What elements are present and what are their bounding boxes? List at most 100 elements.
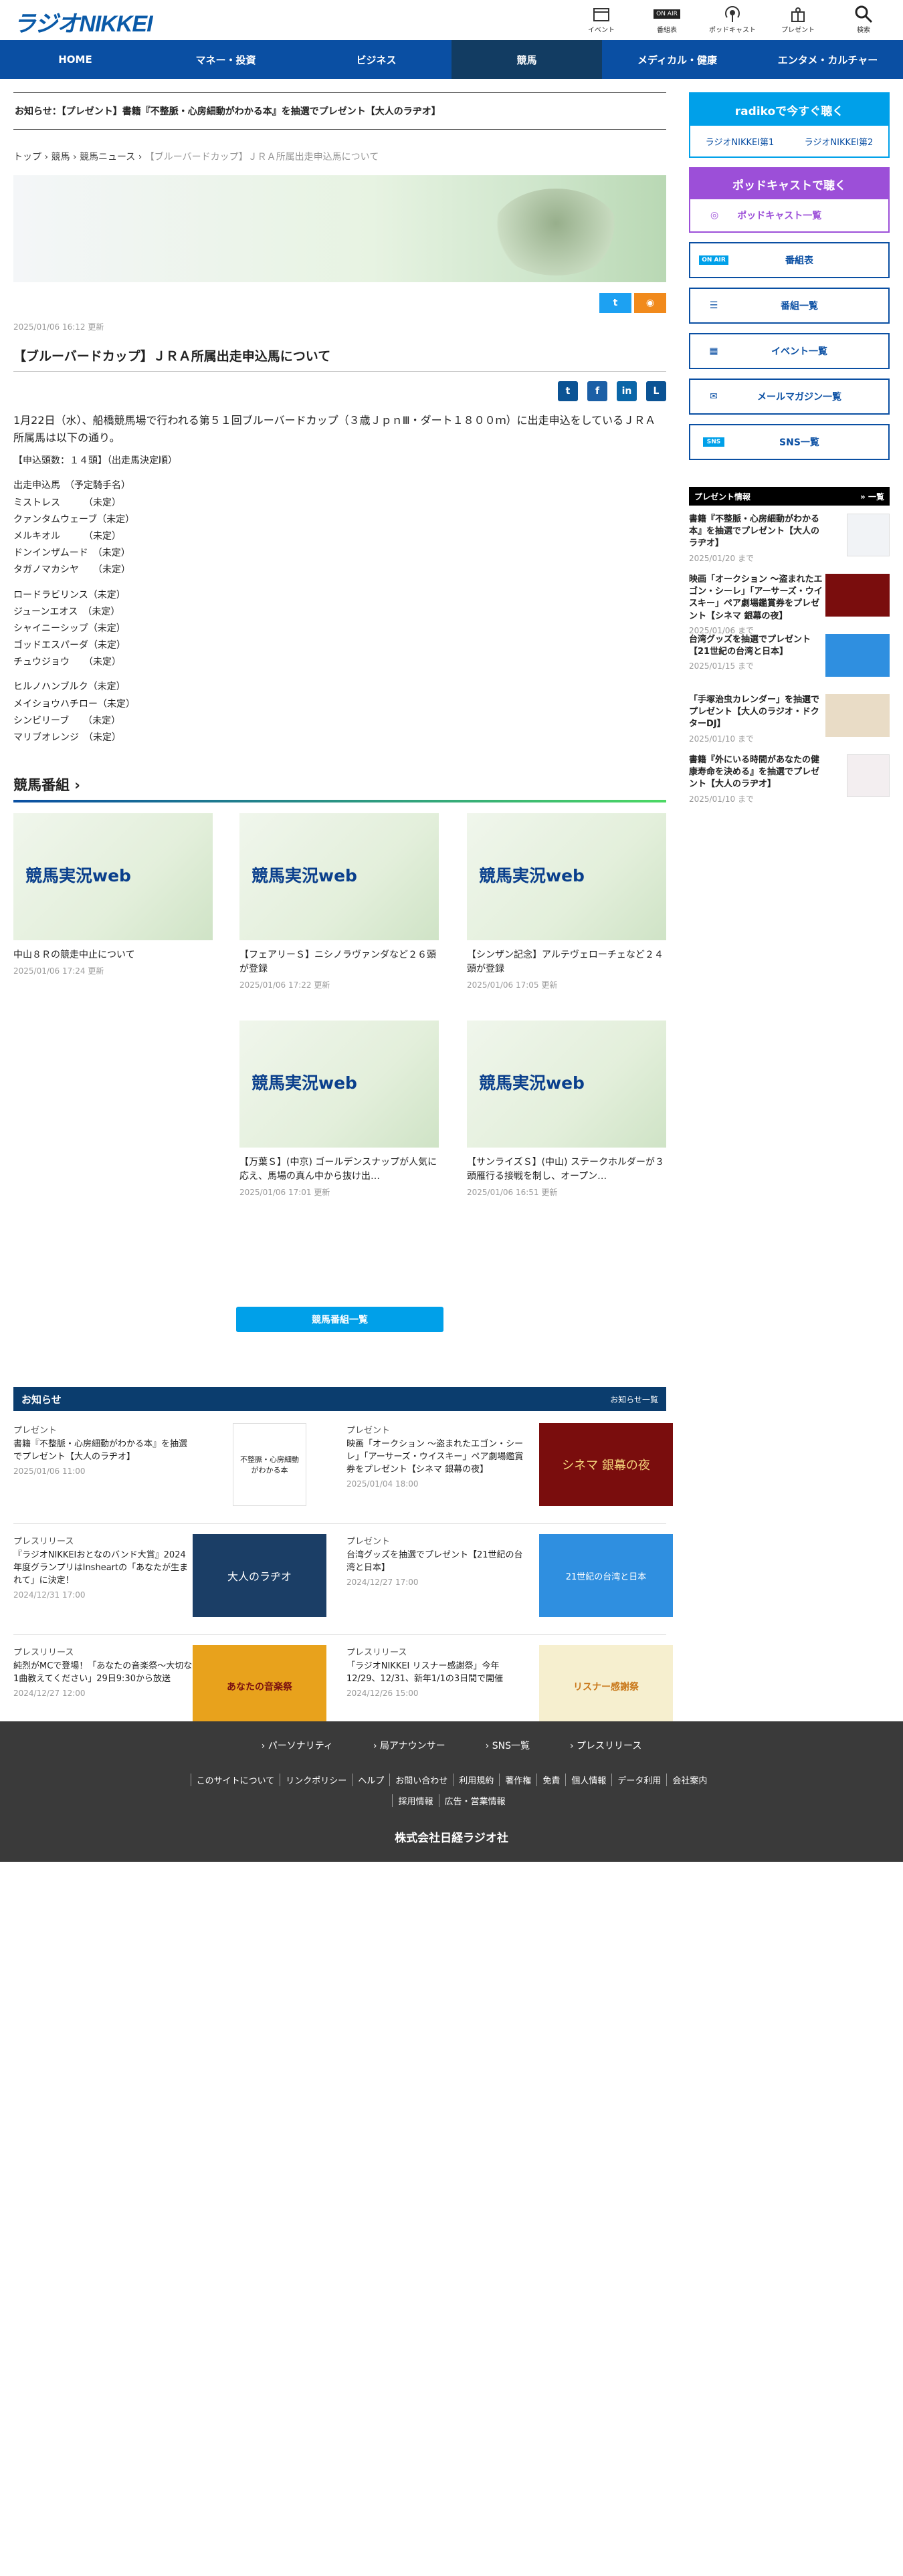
news-image-text: リスナー感謝祭 — [573, 1682, 639, 1693]
thumb-text: 競馬実況web — [479, 866, 585, 885]
nav-keiba[interactable]: 競馬 — [452, 40, 602, 79]
news-item[interactable]: プレゼント 台湾グッズを抽選でプレゼント【21世紀の台湾と日本】 2024/12/2… — [346, 1534, 673, 1628]
footer-link[interactable]: 利用規約 — [453, 1774, 499, 1786]
news-more-link[interactable]: お知らせ一覧 — [610, 1394, 658, 1405]
footer-link[interactable]: 著作権 — [499, 1774, 536, 1786]
podcast-box: ポッドキャストで聴く ◎ ポッドキャスト一覧 — [689, 167, 890, 233]
breadcrumb: トップ › 競馬 › 競馬ニュース › 【ブルーバードカップ】ＪＲＡ所属出走申込… — [13, 152, 379, 163]
linkedin-share-icon[interactable]: in — [617, 381, 637, 401]
present-item[interactable]: 書籍『外にいる時間があなたの健康寿命を決める』を抽選でプレゼント【大人のラヂオ】… — [689, 754, 890, 807]
program-card[interactable]: 競馬実況web 【サンライズＳ】(中山) ステークホルダーが３頭雁行る接戦を制し、… — [467, 1021, 666, 1198]
twitter-icon[interactable]: t — [599, 293, 631, 313]
breadcrumb-news[interactable]: 競馬ニュース — [80, 152, 135, 163]
header-podcast-label: ポッドキャスト — [709, 27, 756, 34]
program-card[interactable]: 競馬実況web 【シンザン記念】アルテヴェローチェなど２４頭が登録 2025/01/… — [467, 813, 666, 990]
header-onair-label: 番組表 — [657, 27, 677, 34]
divider — [13, 1634, 666, 1635]
footer-link[interactable]: 個人情報 — [565, 1774, 611, 1786]
present-title: プレゼント情報 — [694, 492, 751, 502]
article-body: 1月22日（水）、船橋競馬場で行われる第５１回ブルーバードカップ（３歳ＪｐｎⅢ・… — [13, 412, 666, 754]
notice-bar[interactable]: お知らせ：【プレゼント】書籍『不整脈・心房細動がわかる本』を抽選でプレゼント【大… — [13, 92, 666, 130]
footer-link[interactable]: 広告・営業情報 — [438, 1794, 511, 1807]
nav-business[interactable]: ビジネス — [301, 40, 452, 79]
nav-money[interactable]: マネー・投資 — [150, 40, 301, 79]
footer-link[interactable]: ヘルプ — [352, 1774, 389, 1786]
news-item[interactable]: プレゼント 映画「オークション ～盗まれたエゴン・シーレ」「アーサーズ・ウイスキー… — [346, 1423, 673, 1517]
radiko-title[interactable]: radikoで今すぐ聴く — [690, 94, 888, 126]
present-header: プレゼント情報 » 一覧 — [689, 487, 890, 506]
footer-link[interactable]: 採用情報 — [392, 1794, 438, 1807]
header-podcast-link[interactable]: ポッドキャスト — [700, 4, 765, 34]
footer-link[interactable]: リンクポリシー — [280, 1774, 352, 1786]
present-image — [825, 694, 890, 737]
facebook-share-icon[interactable]: f — [587, 381, 607, 401]
thumb-text: 競馬実況web — [252, 866, 357, 885]
present-more-link[interactable]: » 一覧 — [860, 491, 884, 502]
program-title: 【サンライズＳ】(中山) ステークホルダーが３頭雁行る接戦を制し、オープン… — [467, 1157, 664, 1182]
podcast-list-link[interactable]: ◎ ポッドキャスト一覧 — [690, 199, 888, 231]
news-image: 不整脈・心房細動がわかる本 — [233, 1423, 306, 1506]
news-image-text: シネマ 銀幕の夜 — [562, 1459, 650, 1473]
program-list-button[interactable]: ☰ 番組一覧 — [689, 288, 890, 324]
footer-link-press[interactable]: › プレスリリース — [570, 1739, 641, 1752]
mail-list-button[interactable]: ✉ メールマガジン一覧 — [689, 379, 890, 415]
mail-icon: ✉ — [710, 391, 718, 402]
breadcrumb-top[interactable]: トップ — [13, 152, 41, 163]
calendar-icon — [569, 4, 634, 24]
footer-link-label: 局アナウンサー — [379, 1741, 445, 1751]
news-title[interactable]: お知らせ — [21, 1392, 62, 1406]
program-date: 2025/01/06 16:51 更新 — [467, 1188, 558, 1197]
program-card[interactable]: 競馬実況web 【万葉Ｓ】(中京) ゴールデンスナップが人気に応え、馬場の真ん中か… — [239, 1021, 439, 1198]
footer-link[interactable]: 会社案内 — [666, 1774, 712, 1786]
radiko-link-2[interactable]: ラジオNIKKEI第2 — [805, 135, 874, 148]
radiko-link-1[interactable]: ラジオNIKKEI第1 — [706, 135, 775, 148]
podcast-title: ポッドキャストで聴く — [690, 169, 888, 199]
present-icon — [765, 4, 831, 24]
onair-button[interactable]: ON AIR 番組表 — [689, 242, 890, 278]
header-present-link[interactable]: プレゼント — [765, 4, 831, 34]
news-item[interactable]: プレスリリース 『ラジオNIKKEIおとなのバンド大賞』2024年度グランプリはI… — [13, 1534, 340, 1628]
line-share-icon[interactable]: L — [646, 381, 666, 401]
header-search-label: 検索 — [857, 27, 870, 34]
breadcrumb-keiba[interactable]: 競馬 — [52, 152, 70, 163]
event-list-button[interactable]: ▦ イベント一覧 — [689, 333, 890, 369]
nav-medical[interactable]: メディカル・健康 — [602, 40, 752, 79]
search-icon — [831, 4, 896, 24]
header-event-link[interactable]: イベント — [569, 4, 634, 34]
footer-link-personality[interactable]: › パーソナリティ — [262, 1739, 333, 1752]
programs-heading[interactable]: 競馬番組 › — [13, 774, 666, 802]
nav-entame[interactable]: エンタメ・カルチャー — [752, 40, 903, 79]
present-item[interactable]: 書籍『不整脈・心房細動がわかる本』を抽選でプレゼント【大人のラヂオ】 2025/0… — [689, 514, 890, 566]
twitter-share-icon[interactable]: t — [558, 381, 578, 401]
present-item[interactable]: 「手塚治虫カレンダー」を抽選でプレゼント【大人のラジオ・ドクターDJ】 2025/… — [689, 694, 890, 746]
program-card[interactable]: 競馬実況web 【フェアリーＳ】ニシノラヴァンダなど２６頭が登録 2025/01/0… — [239, 813, 439, 990]
program-thumb: 競馬実況web — [467, 1021, 666, 1148]
breadcrumb-current: 【ブルーバードカップ】ＪＲＡ所属出走申込馬について — [144, 152, 379, 163]
sidebar: radikoで今すぐ聴く ラジオNIKKEI第1 ラジオNIKKEI第2 ポッドキ… — [689, 92, 890, 807]
header-search-link[interactable]: 検索 — [831, 4, 896, 34]
news-item-title: 『ラジオNIKKEIおとなのバンド大賞』2024年度グランプリはInsheart… — [13, 1550, 189, 1586]
article-title: 【ブルーバードカップ】ＪＲＡ所属出走申込馬について — [13, 346, 666, 372]
news-item[interactable]: プレゼント 書籍『不整脈・心房細動がわかる本』を抽選でプレゼント【大人のラヂオ】 2… — [13, 1423, 340, 1517]
footer-link[interactable]: データ利用 — [611, 1774, 666, 1786]
footer-link[interactable]: 免責 — [536, 1774, 565, 1786]
footer-link[interactable]: このサイトについて — [190, 1774, 280, 1786]
footer-link[interactable]: お問い合わせ — [389, 1774, 453, 1786]
header-onair-link[interactable]: ON AIR 番組表 — [634, 4, 700, 34]
footer-link-announcer[interactable]: › 局アナウンサー — [373, 1739, 445, 1752]
horse-list-2: ロードラビリンス（未定） ジューンエオス （未定） シャイニーシップ（未定） ゴ… — [13, 589, 126, 668]
program-title: 中山８Ｒの競走中止について — [13, 950, 135, 960]
site-logo[interactable]: ラジオNIKKEI — [13, 5, 153, 38]
program-thumb: 競馬実況web — [467, 813, 666, 940]
footer-link-sns[interactable]: › SNS一覧 — [486, 1739, 530, 1752]
present-item[interactable]: 映画「オークション ～盗まれたエゴン・シーレ」「アーサーズ・ウイスキー」ペア劇場… — [689, 574, 890, 635]
program-card[interactable]: 競馬実況web 中山８Ｒの競走中止について 2025/01/06 17:24 更新 — [13, 813, 213, 976]
programs-list-button[interactable]: 競馬番組一覧 — [236, 1307, 443, 1332]
podcast-icon: ◎ — [710, 210, 719, 221]
sns-list-button[interactable]: SNS SNS一覧 — [689, 424, 890, 460]
article-lead: 1月22日（水）、船橋競馬場で行われる第５１回ブルーバードカップ（３歳ＪｐｎⅢ・… — [13, 414, 656, 444]
nav-home[interactable]: HOME — [0, 40, 150, 79]
rss-icon[interactable]: ◉ — [634, 293, 666, 313]
present-item[interactable]: 台湾グッズを抽選でプレゼント【21世紀の台湾と日本】 2025/01/15 まで — [689, 634, 890, 686]
present-image — [825, 574, 890, 617]
